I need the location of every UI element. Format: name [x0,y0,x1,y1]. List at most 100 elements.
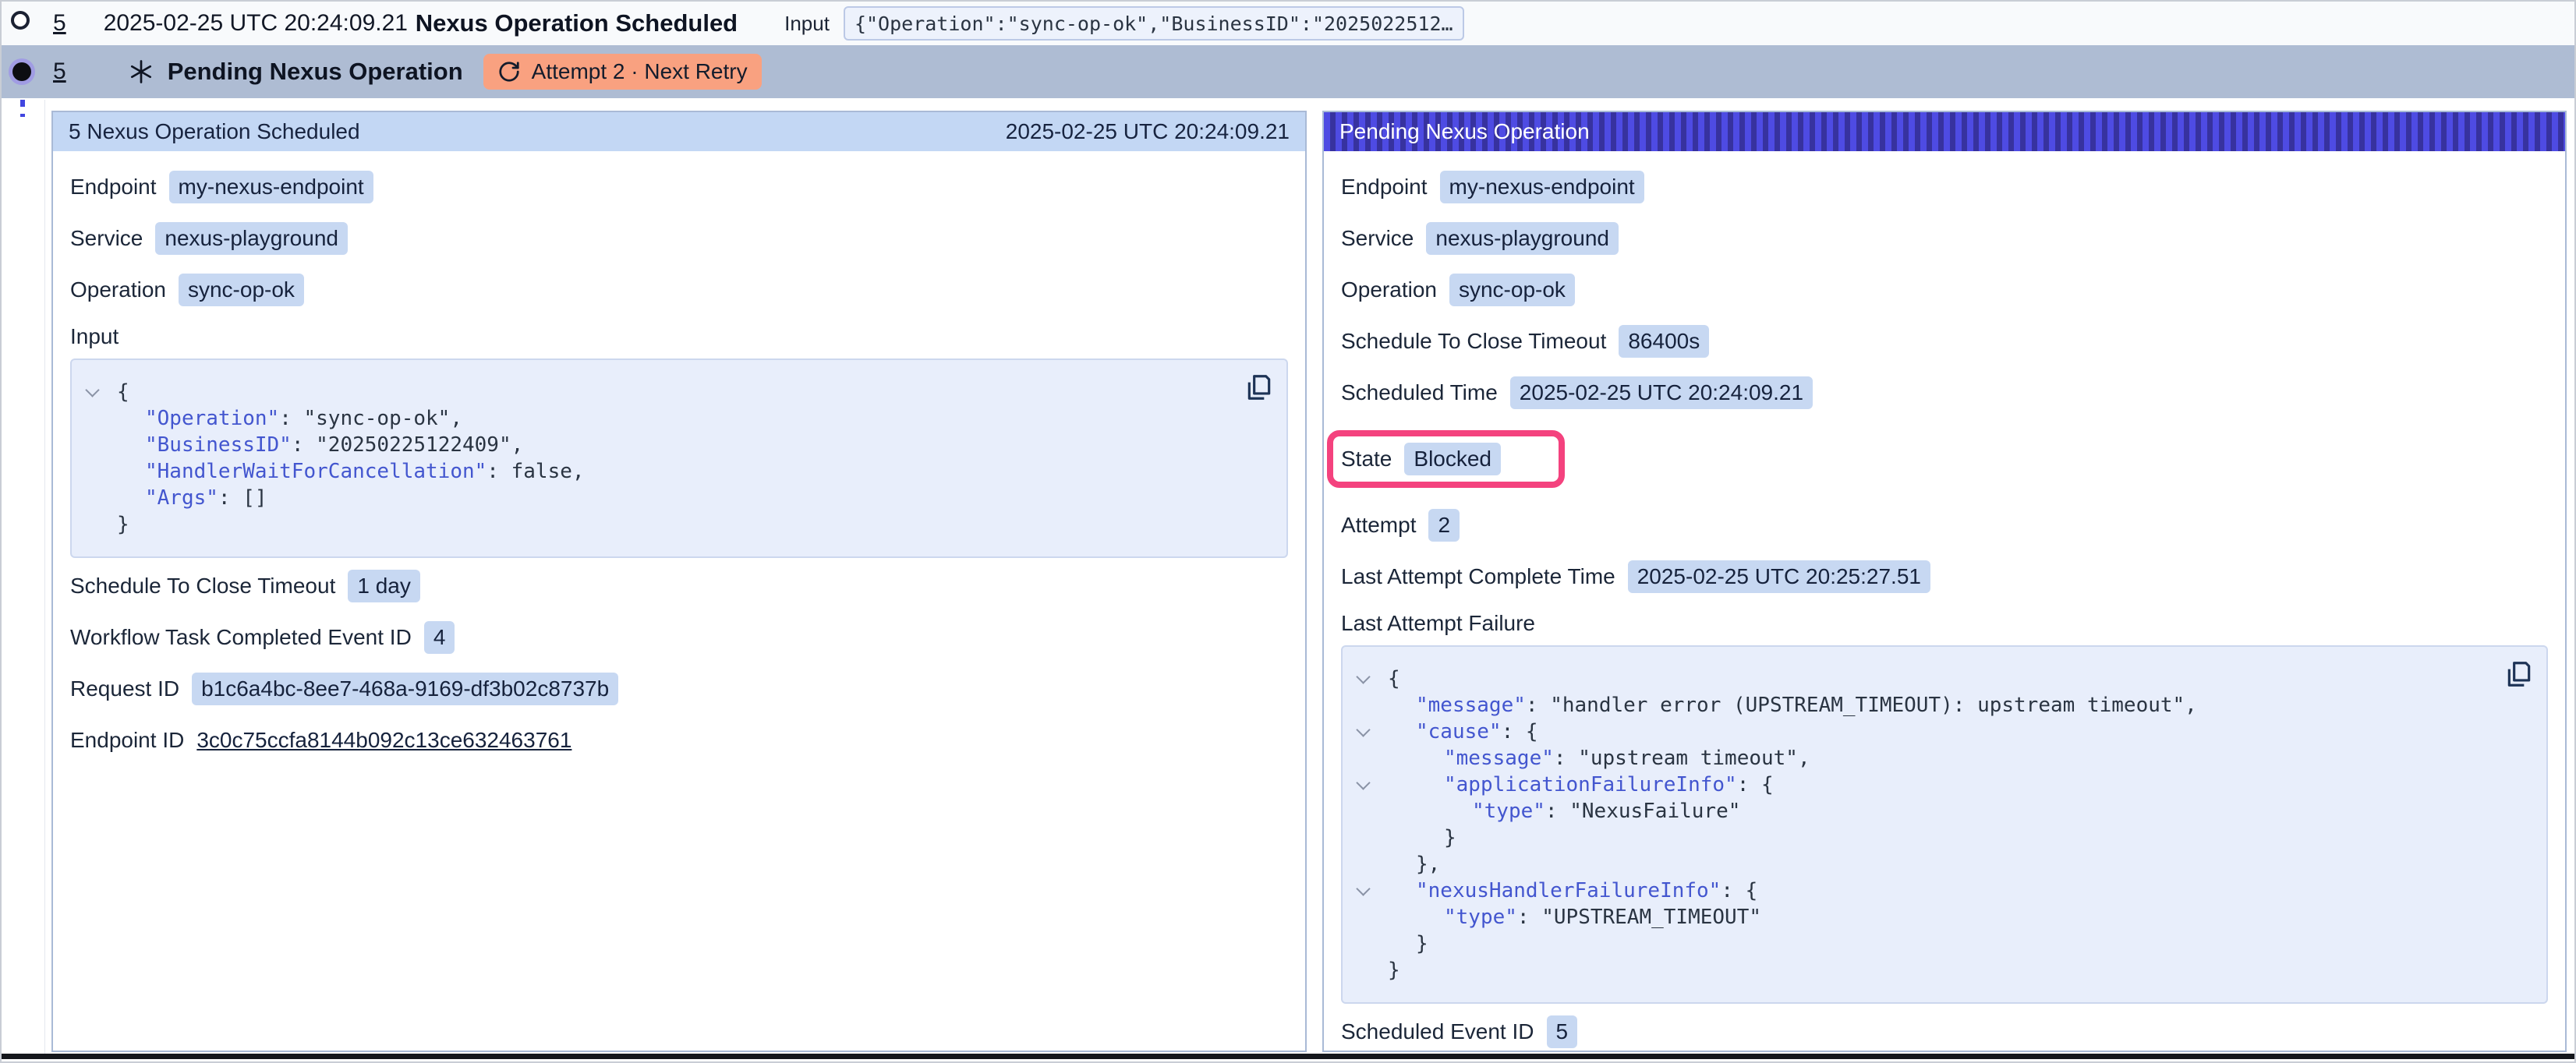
field-label: Endpoint [1341,175,1428,200]
event-detail-header: 5 Nexus Operation Scheduled 2025-02-25 U… [53,112,1305,151]
field-label: Operation [1341,277,1437,302]
field-label: Schedule To Close Timeout [1341,329,1606,354]
field-value: 2025-02-25 UTC 20:25:27.51 [1628,560,1930,593]
field-value: 2025-02-25 UTC 20:24:09.21 [1510,376,1813,409]
field-value: 5 [1547,1015,1578,1048]
expanded-row-bottom-border [2,1054,2574,1059]
field-label: Workflow Task Completed Event ID [70,625,412,650]
input-json-viewer: {"Operation": "sync-op-ok","BusinessID":… [70,358,1288,558]
field-label: Attempt [1341,513,1416,538]
field-value: 1 day [348,570,420,602]
field-label: Scheduled Event ID [1341,1019,1534,1044]
code-line: "message": "handler error (UPSTREAM_TIME… [1343,692,2492,719]
field-value: my-nexus-endpoint [169,171,373,203]
code-line: "HandlerWaitForCancellation": false, [72,458,1232,485]
field-workflow-task-completed-event-id: Workflow Task Completed Event ID 4 [70,620,1288,655]
pending-operation-title: Pending Nexus Operation [168,58,463,86]
field-service: Service nexus-playground [70,221,1288,256]
event-row[interactable]: 5 2025-02-25 UTC 20:24:09.21 Nexus Opera… [2,2,2574,45]
input-label: Input [784,12,830,36]
timeline-divider [44,100,45,1054]
field-value: nexus-playground [1426,222,1619,255]
code-line: } [1343,957,2492,984]
event-timestamp: 2025-02-25 UTC 20:24:09.21 [104,10,416,37]
chevron-down-icon[interactable] [1356,722,1370,736]
field-value: b1c6a4bc-8ee7-468a-9169-df3b02c8737b [192,673,618,705]
state-highlight-box: State Blocked [1327,430,1565,488]
code-line: { [1343,666,2492,692]
field-schedule-to-close-timeout: Schedule To Close Timeout 1 day [70,569,1288,603]
input-preview-pill: {"Operation":"sync-op-ok","BusinessID":"… [844,6,1464,41]
asterisk-icon [127,58,155,86]
chevron-down-icon[interactable] [1356,881,1370,895]
chevron-down-icon[interactable] [85,383,99,397]
pending-operation-header-title: Pending Nexus Operation [1339,119,1590,144]
field-value: nexus-playground [155,222,348,255]
event-detail-title: 5 Nexus Operation Scheduled [69,119,360,144]
code-line: { [72,379,1232,405]
field-label: Service [70,226,143,251]
field-service: Service nexus-playground [1341,221,2548,256]
field-operation: Operation sync-op-ok [70,273,1288,307]
code-line: } [72,511,1232,538]
field-endpoint-id: Endpoint ID 3c0c75ccfa8144b092c13ce632463… [70,723,1288,758]
pending-operation-header: Pending Nexus Operation [1324,112,2565,151]
pending-id-link[interactable]: 5 [53,58,66,85]
field-value[interactable]: 3c0c75ccfa8144b092c13ce632463761 [196,728,571,753]
event-filled-dot-icon [12,62,31,81]
chevron-down-icon[interactable] [1356,775,1370,789]
event-open-dot-icon [11,11,30,30]
field-label: Endpoint ID [70,728,184,753]
code-line: "type": "NexusFailure" [1343,798,2492,825]
field-label: Request ID [70,676,179,701]
code-line: "nexusHandlerFailureInfo": { [1343,878,2492,904]
event-detail-timestamp: 2025-02-25 UTC 20:24:09.21 [1006,119,1290,144]
code-line: "message": "upstream timeout", [1343,745,2492,772]
failure-section-label: Last Attempt Failure [1341,611,2548,636]
event-id-link[interactable]: 5 [53,10,66,37]
workflow-event-history-view: 5 2025-02-25 UTC 20:24:09.21 Nexus Opera… [0,0,2576,1063]
field-operation: Operation sync-op-ok [1341,273,2548,307]
state-value: Blocked [1404,443,1501,475]
field-label: Scheduled Time [1341,380,1498,405]
field-value: my-nexus-endpoint [1440,171,1644,203]
code-line: "BusinessID": "20250225122409", [72,432,1232,458]
field-label: Schedule To Close Timeout [70,574,335,599]
field-last-attempt-complete-time: Last Attempt Complete Time 2025-02-25 UTC… [1341,560,2548,594]
field-attempt: Attempt 2 [1341,508,2548,542]
field-value: sync-op-ok [1449,274,1575,306]
field-label: Endpoint [70,175,157,200]
code-line: } [1343,825,2492,851]
attempt-retry-badge: Attempt 2 · Next Retry [483,54,762,90]
copy-icon[interactable] [1244,373,1274,402]
failure-json-viewer: {"message": "handler error (UPSTREAM_TIM… [1341,645,2548,1004]
field-label: Service [1341,226,1414,251]
pending-operation-panel: Pending Nexus Operation Endpoint my-nexus… [1322,111,2567,1052]
pending-operation-row[interactable]: 5 Pending Nexus Operation Attempt 2 · Ne… [2,45,2574,98]
event-detail-panel: 5 Nexus Operation Scheduled 2025-02-25 U… [51,111,1307,1052]
attempt-retry-text: Attempt 2 · Next Retry [532,59,748,84]
field-schedule-to-close-timeout: Schedule To Close Timeout 86400s [1341,324,2548,358]
code-line: } [1343,931,2492,957]
code-line: "applicationFailureInfo": { [1343,772,2492,798]
field-value: 4 [424,621,455,654]
event-name: Nexus Operation Scheduled [416,9,738,37]
field-value: 86400s [1619,325,1709,358]
code-line: "Args": [] [72,485,1232,511]
copy-icon[interactable] [2504,659,2534,689]
field-endpoint: Endpoint my-nexus-endpoint [70,170,1288,204]
code-line: "cause": { [1343,719,2492,745]
field-label: Last Attempt Complete Time [1341,564,1615,589]
code-line: }, [1343,851,2492,878]
state-label: State [1341,447,1392,471]
field-value: sync-op-ok [179,274,304,306]
field-scheduled-time: Scheduled Time 2025-02-25 UTC 20:24:09.21 [1341,376,2548,410]
field-request-id: Request ID b1c6a4bc-8ee7-468a-9169-df3b02… [70,672,1288,706]
field-label: Operation [70,277,166,302]
chevron-down-icon[interactable] [1356,669,1370,683]
field-scheduled-event-id: Scheduled Event ID 5 [1341,1015,2548,1049]
code-line: "type": "UPSTREAM_TIMEOUT" [1343,904,2492,931]
retry-icon [497,60,521,83]
field-value: 2 [1428,509,1460,542]
field-endpoint: Endpoint my-nexus-endpoint [1341,170,2548,204]
